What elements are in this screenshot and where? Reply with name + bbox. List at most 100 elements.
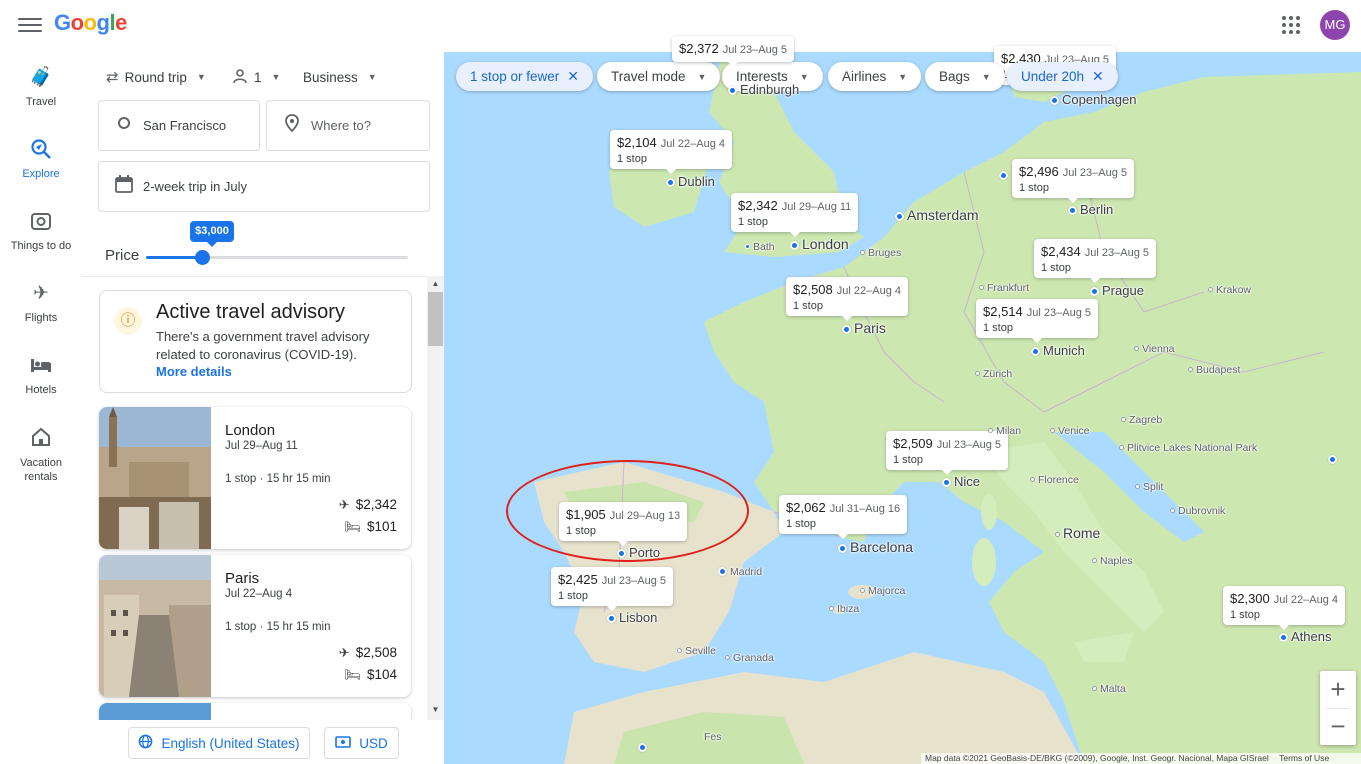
map-pin-porto[interactable]: $1,905 Jul 29–Aug 13 1 stop — [559, 502, 688, 546]
city-label-nice[interactable]: Nice — [942, 474, 980, 489]
map-pin-paris[interactable]: $2,508 Jul 22–Aug 4 1 stop — [786, 277, 908, 321]
city-label-seville[interactable]: Seville — [677, 645, 716, 657]
london-photo — [99, 407, 211, 549]
more-details-link[interactable]: More details — [156, 364, 232, 379]
apps-grid-icon[interactable] — [1280, 14, 1302, 36]
map-pin-dublin[interactable]: $2,104 Jul 22–Aug 4 1 stop — [610, 130, 732, 174]
city-label-fes[interactable]: Fes — [704, 731, 722, 743]
pin-dates: Jul 22–Aug 4 — [1273, 594, 1338, 606]
city-name: Copenhagen — [1062, 92, 1137, 107]
city-label-dublin[interactable]: Dublin — [666, 174, 715, 189]
hotel-price: 🛏 $101 — [344, 519, 397, 535]
map-pin-barcelona[interactable]: $2,062 Jul 31–Aug 16 1 stop — [779, 495, 908, 539]
close-icon[interactable]: ✕ — [567, 68, 579, 85]
city-label-edinburgh[interactable]: Edinburgh — [728, 82, 799, 97]
language-button[interactable]: English (United States) — [128, 727, 310, 759]
map-marker[interactable] — [999, 171, 1008, 180]
zoom-out-button[interactable]: − — [1320, 708, 1356, 745]
city-label-dubrovnik[interactable]: Dubrovnik — [1170, 505, 1225, 517]
close-icon[interactable]: ✕ — [1092, 68, 1104, 85]
city-label-budapest[interactable]: Budapest — [1188, 364, 1240, 376]
city-label-copenhagen[interactable]: Copenhagen — [1050, 92, 1136, 107]
scroll-down-icon[interactable]: ▼ — [427, 702, 444, 718]
cabin-class-select[interactable]: Business ▼ — [303, 66, 377, 88]
city-label-vienna[interactable]: Vienna — [1134, 343, 1175, 355]
city-label-berlin[interactable]: Berlin — [1068, 202, 1113, 217]
origin-field[interactable]: San Francisco — [98, 100, 260, 151]
rail-item-hotels[interactable]: Hotels — [0, 354, 82, 396]
city-label-krakow[interactable]: Krakow — [1208, 284, 1251, 296]
city-label-split[interactable]: Split — [1135, 481, 1163, 493]
stops: 1 stop — [225, 473, 257, 485]
city-name: Zagreb — [1129, 414, 1163, 426]
destination-field[interactable]: Where to? — [266, 100, 430, 151]
city-label-zurich[interactable]: Zürich — [975, 368, 1012, 380]
city-label-london[interactable]: London — [790, 236, 849, 252]
scrollbar-thumb[interactable] — [428, 292, 443, 346]
filter-chip-bags[interactable]: Bags ▼ — [925, 62, 1005, 91]
city-label-porto[interactable]: Porto — [617, 545, 660, 560]
city-label-venice[interactable]: Venice — [1050, 425, 1090, 437]
rail-item-flights[interactable]: ✈ Flights — [0, 282, 82, 324]
pin-stops: 1 stop — [566, 525, 596, 537]
scroll-up-icon[interactable]: ▲ — [427, 276, 444, 292]
city-label-plitvice[interactable]: Plitvice Lakes National Park — [1119, 442, 1257, 454]
city-name: Budapest — [1196, 364, 1241, 376]
rail-item-travel[interactable]: 🧳 Travel — [0, 66, 82, 108]
city-label-bruges[interactable]: Bruges — [860, 247, 901, 259]
city-label-lisbon[interactable]: Lisbon — [607, 610, 657, 625]
main-menu-icon[interactable] — [18, 14, 42, 36]
map-pin-munich[interactable]: $2,514 Jul 23–Aug 5 1 stop — [976, 299, 1098, 343]
account-avatar[interactable]: MG — [1320, 10, 1350, 40]
city-label-barcelona[interactable]: Barcelona — [838, 539, 913, 555]
city-label-naples[interactable]: Naples — [1092, 555, 1133, 567]
map[interactable] — [444, 52, 1361, 764]
rail-item-vacation-rentals[interactable]: Vacation rentals — [0, 426, 82, 484]
city-name: Bath — [753, 241, 775, 253]
map-pin-berlin[interactable]: $2,496 Jul 23–Aug 5 1 stop — [1012, 159, 1134, 203]
city-label-frankfurt[interactable]: Frankfurt — [979, 282, 1029, 294]
google-logo[interactable]: Google — [54, 10, 127, 36]
filter-chip-stops[interactable]: 1 stop or fewer ✕ — [456, 62, 594, 91]
rail-item-things-to-do[interactable]: Things to do — [0, 210, 82, 252]
city-label-paris[interactable]: Paris — [842, 320, 886, 336]
city-label-malta[interactable]: Malta — [1092, 683, 1126, 695]
city-label-bath[interactable]: Bath — [745, 241, 775, 253]
rail-label: Vacation rentals — [20, 457, 62, 483]
map-marker[interactable] — [638, 743, 647, 752]
city-name: Athens — [1291, 629, 1332, 644]
destination-card-london[interactable]: London Jul 29–Aug 11 1 stop · 15 hr 15 m… — [99, 407, 411, 549]
city-label-amsterdam[interactable]: Amsterdam — [895, 207, 979, 223]
trip-type-select[interactable]: ⇄ Round trip ▼ — [106, 66, 206, 88]
map-pin-london[interactable]: $2,342 Jul 29–Aug 11 1 stop — [731, 193, 859, 237]
passengers-select[interactable]: 1 ▼ — [232, 66, 280, 88]
destination-card-paris[interactable]: Paris Jul 22–Aug 4 1 stop · 15 hr 15 min… — [99, 555, 411, 697]
price-slider-thumb[interactable] — [195, 250, 210, 265]
filter-chip-airlines[interactable]: Airlines ▼ — [828, 62, 922, 91]
city-label-athens[interactable]: Athens — [1279, 629, 1331, 644]
filter-chip-duration[interactable]: Under 20h ✕ — [1007, 62, 1118, 91]
dates-field[interactable]: 2-week trip in July — [98, 161, 430, 212]
filter-chip-travel-mode[interactable]: Travel mode ▼ — [597, 62, 721, 91]
city-label-rome[interactable]: Rome — [1055, 525, 1100, 541]
zoom-in-button[interactable]: + — [1320, 671, 1356, 708]
city-label-prague[interactable]: Prague — [1090, 283, 1144, 298]
city-label-madrid[interactable]: Madrid — [718, 566, 762, 578]
city-label-ibiza[interactable]: Ibiza — [829, 603, 859, 615]
rail-item-explore[interactable]: Explore — [0, 138, 82, 180]
city-label-zagreb[interactable]: Zagreb — [1121, 414, 1162, 426]
terms-link[interactable]: Terms of Use — [1279, 753, 1329, 763]
map-marker[interactable] — [1328, 455, 1337, 464]
map-pin-lisbon[interactable]: $2,425 Jul 23–Aug 5 1 stop — [551, 567, 673, 611]
city-label-granada[interactable]: Granada — [725, 652, 774, 664]
destination-meta: 1 stop · 15 hr 15 min — [225, 621, 331, 633]
city-label-munich[interactable]: Munich — [1031, 343, 1085, 358]
city-label-milan[interactable]: Milan — [988, 425, 1021, 437]
city-label-majorca[interactable]: Majorca — [860, 585, 905, 597]
city-dot — [1208, 287, 1213, 292]
map-pin-edinburgh[interactable]: $2,372 Jul 23–Aug 5 — [672, 36, 794, 67]
map-pin-athens[interactable]: $2,300 Jul 22–Aug 4 1 stop — [1223, 586, 1345, 630]
city-label-florence[interactable]: Florence — [1030, 474, 1079, 486]
currency-button[interactable]: USD — [324, 727, 399, 759]
map-pin-prague[interactable]: $2,434 Jul 23–Aug 5 1 stop — [1034, 239, 1156, 283]
